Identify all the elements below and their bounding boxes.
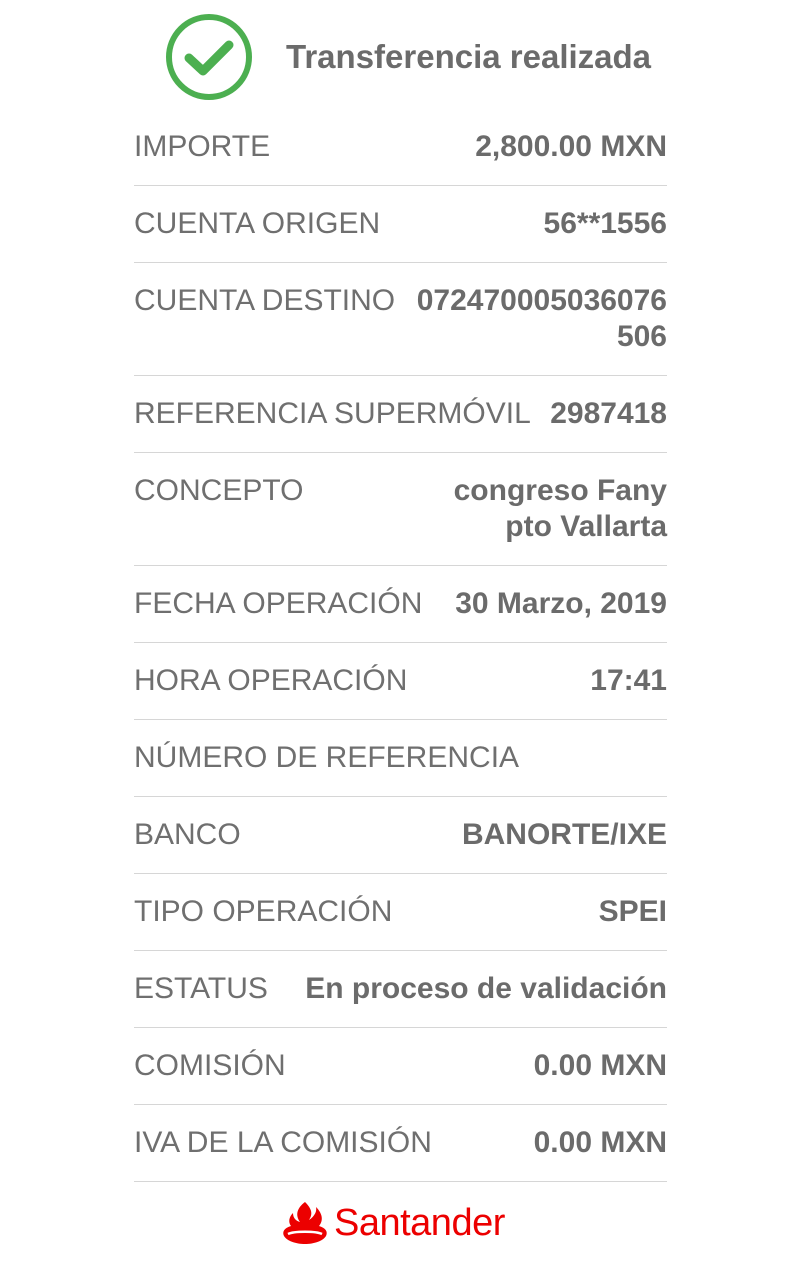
detail-label: NÚMERO DE REFERENCIA bbox=[134, 741, 520, 774]
detail-row-importe: IMPORTE 2,800.00 MXN bbox=[134, 109, 667, 186]
detail-row-tipo-operacion: TIPO OPERACIÓN SPEI bbox=[134, 874, 667, 951]
detail-row-comision: COMISIÓN 0.00 MXN bbox=[134, 1028, 667, 1105]
flame-icon bbox=[283, 1202, 327, 1244]
brand-name: Santander bbox=[334, 1202, 505, 1244]
detail-row-estatus: ESTATUS En proceso de validación bbox=[134, 951, 667, 1028]
detail-label: CONCEPTO bbox=[134, 474, 304, 507]
detail-value: 0.00 MXN bbox=[533, 1049, 667, 1082]
confirmation-header: Transferencia realizada bbox=[134, 12, 667, 102]
detail-value: BANORTE/IXE bbox=[461, 818, 667, 851]
detail-row-referencia-supermovil: REFERENCIA SUPERMÓVIL 2987418 bbox=[134, 376, 667, 453]
detail-row-cuenta-origen: CUENTA ORIGEN 56**1556 bbox=[134, 186, 667, 263]
detail-row-banco: BANCO BANORTE/IXE bbox=[134, 797, 667, 874]
detail-label: IVA DE LA COMISIÓN bbox=[134, 1126, 432, 1159]
detail-label: REFERENCIA SUPERMÓVIL bbox=[134, 397, 531, 430]
detail-row-numero-referencia: NÚMERO DE REFERENCIA bbox=[134, 720, 667, 797]
detail-label: CUENTA DESTINO bbox=[134, 284, 396, 317]
detail-label: BANCO bbox=[134, 818, 241, 851]
detail-row-concepto: CONCEPTO congreso Fany pto Vallarta bbox=[134, 453, 667, 566]
detail-value: 2,800.00 MXN bbox=[475, 130, 667, 163]
detail-row-fecha-operacion: FECHA OPERACIÓN 30 Marzo, 2019 bbox=[134, 566, 667, 643]
detail-value: 0.00 MXN bbox=[533, 1126, 667, 1159]
detail-value: 17:41 bbox=[590, 664, 667, 697]
detail-label: COMISIÓN bbox=[134, 1049, 286, 1082]
detail-row-hora-operacion: HORA OPERACIÓN 17:41 bbox=[134, 643, 667, 720]
detail-label: HORA OPERACIÓN bbox=[134, 664, 408, 697]
detail-row-iva-comision: IVA DE LA COMISIÓN 0.00 MXN bbox=[134, 1105, 667, 1182]
detail-label: CUENTA ORIGEN bbox=[134, 207, 381, 240]
page-title: Transferencia realizada bbox=[286, 38, 652, 75]
check-circle-icon bbox=[166, 14, 252, 100]
detail-value: 072470005036076506 bbox=[416, 284, 667, 353]
detail-value: 2987418 bbox=[550, 397, 667, 430]
detail-value: SPEI bbox=[598, 895, 667, 928]
transfer-details: IMPORTE 2,800.00 MXN CUENTA ORIGEN 56**1… bbox=[134, 109, 667, 1182]
detail-value: congreso Fany pto Vallarta bbox=[453, 474, 667, 543]
santander-logo: Santander bbox=[282, 1198, 522, 1258]
detail-label: FECHA OPERACIÓN bbox=[134, 587, 423, 620]
detail-label: TIPO OPERACIÓN bbox=[134, 895, 393, 928]
detail-label: IMPORTE bbox=[134, 130, 271, 163]
detail-row-cuenta-destino: CUENTA DESTINO 072470005036076506 bbox=[134, 263, 667, 376]
detail-label: ESTATUS bbox=[134, 972, 268, 1005]
detail-value: 56**1556 bbox=[543, 207, 667, 240]
detail-value: En proceso de validación bbox=[305, 972, 667, 1005]
detail-value: 30 Marzo, 2019 bbox=[455, 587, 667, 620]
